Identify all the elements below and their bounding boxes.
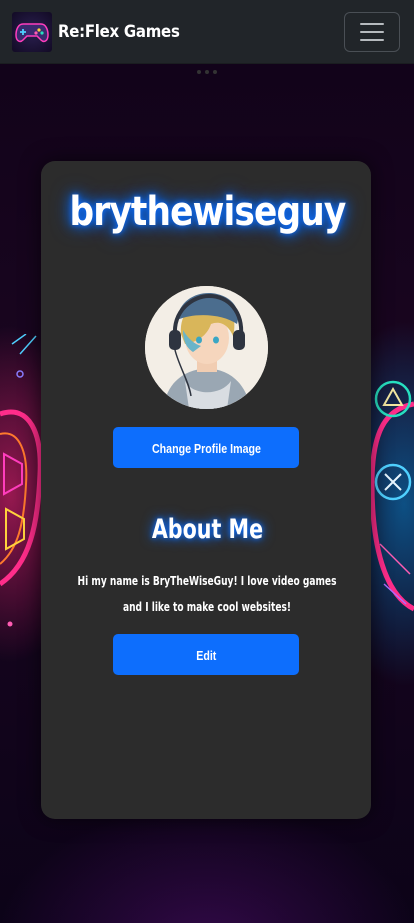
neon-controller-right-art <box>370 380 414 612</box>
menu-bar <box>360 39 384 41</box>
about-me-heading: About Me <box>151 514 263 545</box>
top-navbar: Re:Flex Games <box>0 0 414 64</box>
hamburger-menu-icon[interactable] <box>344 12 400 52</box>
carousel-dots <box>197 70 217 74</box>
profile-page: Re:Flex Games brythewiseguy Change Profi… <box>0 0 414 923</box>
avatar <box>145 286 268 409</box>
gamepad-icon <box>12 12 52 52</box>
brand-link[interactable]: Re:Flex Games <box>12 12 196 52</box>
edit-button[interactable]: Edit <box>113 634 299 675</box>
menu-bar <box>360 31 384 33</box>
change-profile-image-button[interactable]: Change Profile Image <box>113 427 299 468</box>
brand-name: Re:Flex Games <box>58 22 180 42</box>
profile-card <box>41 161 371 819</box>
menu-bar <box>360 23 384 25</box>
about-me-bio: Hi my name is BryTheWiseGuy! I love vide… <box>77 574 337 614</box>
profile-username: brythewiseguy <box>68 189 346 235</box>
